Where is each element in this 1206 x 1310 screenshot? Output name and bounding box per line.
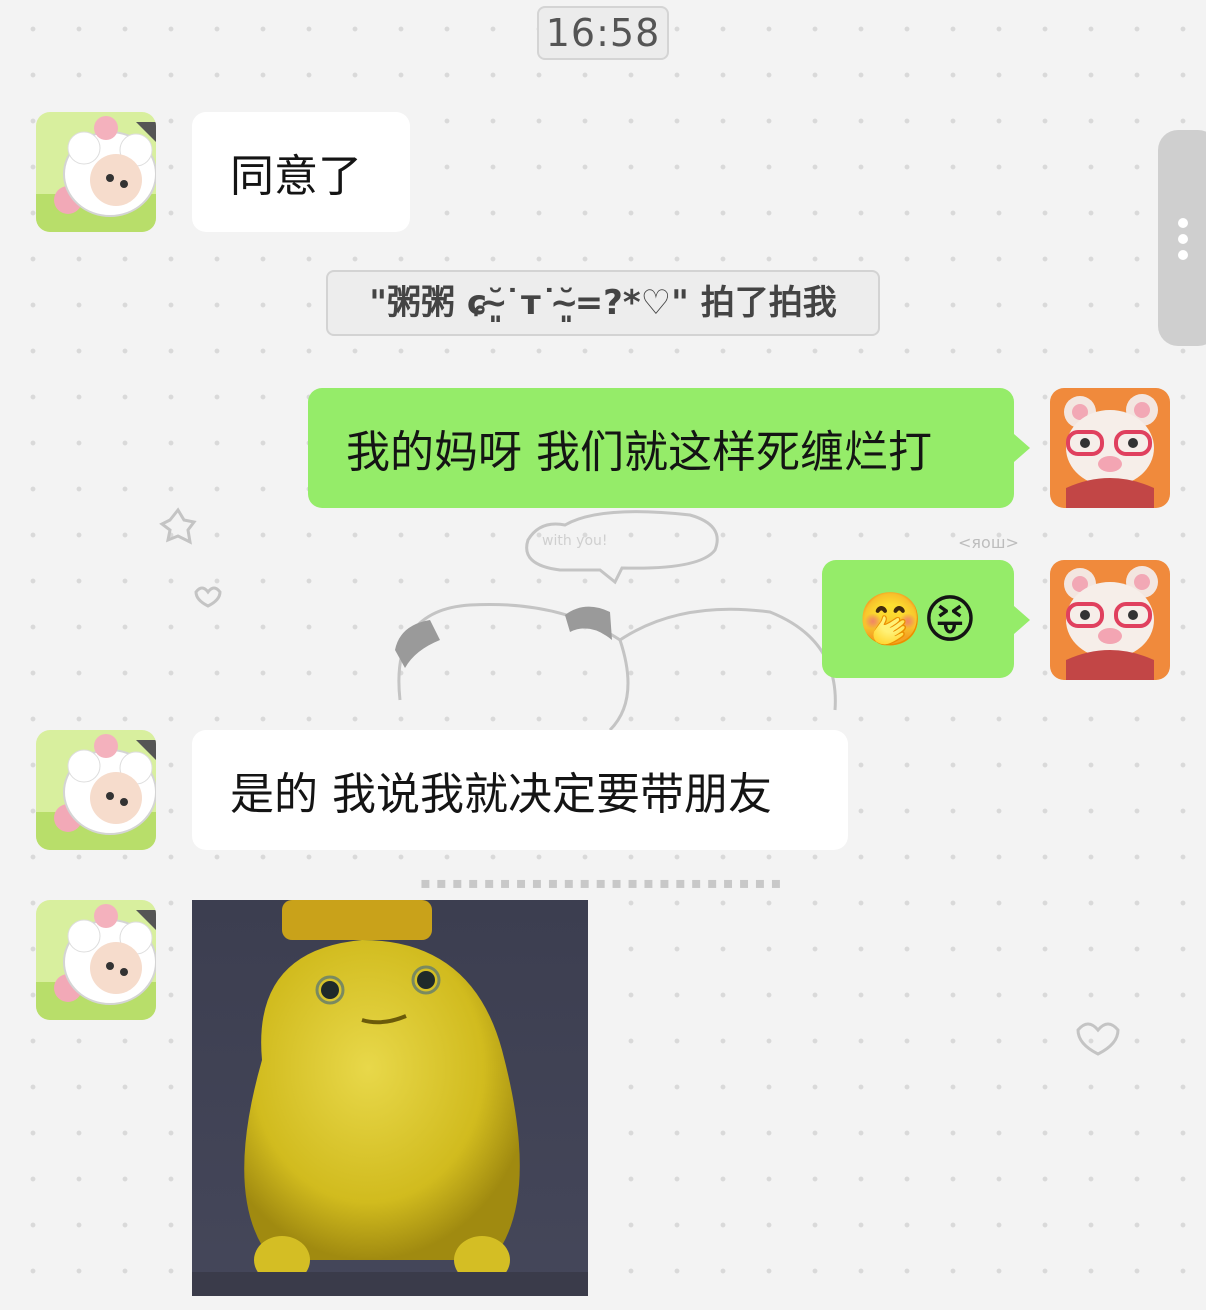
contact-avatar[interactable]: [36, 900, 156, 1020]
incoming-message-bubble[interactable]: 是的 我说我就决定要带朋友: [192, 730, 848, 850]
incoming-message-bubble[interactable]: 同意了: [192, 112, 410, 232]
incoming-image-message[interactable]: [192, 900, 588, 1296]
wallpaper-decoration: with you! <яош> ▪ ▪ ▪ ▪ ▪ ▪ ▪ ▪ ▪ ▪ ▪ ▪ …: [159, 507, 1120, 1056]
contact-avatar[interactable]: [36, 112, 156, 232]
contact-avatar[interactable]: [36, 730, 156, 850]
pat-notification: "粥粥 ɕ˘̴͈˙ᴛ˙˘̴͈=?*♡" 拍了拍我: [326, 270, 880, 336]
side-panel-handle[interactable]: [1158, 130, 1206, 346]
svg-text:with you!: with you!: [542, 533, 608, 549]
outgoing-message-bubble[interactable]: 我的妈呀 我们就这样死缠烂打: [308, 388, 1014, 508]
outgoing-emoji-bubble[interactable]: 🤭😝: [822, 560, 1014, 678]
svg-text:▪ ▪ ▪ ▪ ▪ ▪ ▪ ▪ ▪ ▪ ▪ ▪ ▪ ▪ ▪: ▪ ▪ ▪ ▪ ▪ ▪ ▪ ▪ ▪ ▪ ▪ ▪ ▪ ▪ ▪ ▪ ▪ ▪ ▪ ▪ …: [420, 873, 781, 892]
self-avatar[interactable]: [1050, 560, 1170, 680]
yellow-blob-sticker-image: [192, 900, 588, 1296]
bubble-tail: [1014, 606, 1030, 634]
svg-text:<яош>: <яош>: [958, 533, 1019, 552]
message-timestamp: 16:58: [537, 6, 669, 60]
bubble-tail: [1014, 434, 1030, 462]
self-avatar[interactable]: [1050, 388, 1170, 508]
